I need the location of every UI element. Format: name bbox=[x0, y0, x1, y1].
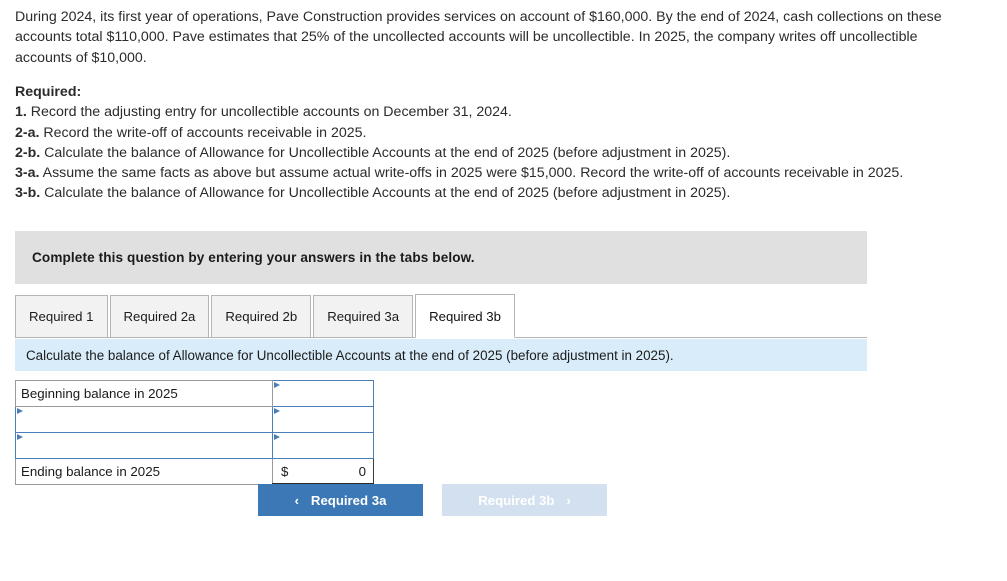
required-item-3a-text: Assume the same facts as above but assum… bbox=[39, 165, 904, 182]
row-label-ending-balance: Ending balance in 2025 bbox=[15, 458, 273, 485]
tab-required-1[interactable]: Required 1 bbox=[15, 295, 108, 338]
cell-marker-icon bbox=[17, 434, 23, 440]
row-value-input-2[interactable] bbox=[272, 406, 374, 433]
row-label-beginning-balance: Beginning balance in 2025 bbox=[15, 380, 273, 407]
required-item-2a: 2-a. Record the write-off of accounts re… bbox=[15, 123, 945, 143]
row-value-ending-balance: $ 0 bbox=[272, 458, 374, 486]
required-item-2b-number: 2-b. bbox=[15, 144, 41, 161]
instruction-banner: Complete this question by entering your … bbox=[15, 231, 867, 284]
tab-required-2b[interactable]: Required 2b bbox=[211, 295, 312, 338]
tab-required-3b[interactable]: Required 3b bbox=[415, 294, 515, 338]
table-row: Ending balance in 2025 $ 0 bbox=[15, 458, 374, 486]
question-prompt-bar: Calculate the balance of Allowance for U… bbox=[15, 339, 867, 371]
question-page: During 2024, its first year of operation… bbox=[0, 0, 1007, 581]
required-item-3b: 3-b. Calculate the balance of Allowance … bbox=[15, 183, 945, 203]
currency-symbol: $ bbox=[281, 463, 289, 479]
row-label-input-2[interactable] bbox=[15, 406, 273, 433]
required-item-1-number: 1. bbox=[15, 104, 27, 121]
prev-required-3a-button[interactable]: ‹ Required 3a bbox=[258, 484, 423, 516]
cell-marker-icon bbox=[274, 434, 280, 440]
required-item-1: 1. Record the adjusting entry for uncoll… bbox=[15, 102, 945, 122]
answer-table: Beginning balance in 2025 Ending balance… bbox=[15, 380, 374, 486]
instruction-banner-text: Complete this question by entering your … bbox=[32, 250, 475, 265]
cell-marker-icon bbox=[17, 408, 23, 414]
required-item-3a-number: 3-a. bbox=[15, 165, 40, 182]
required-item-3b-number: 3-b. bbox=[15, 185, 41, 202]
cell-marker-icon bbox=[274, 408, 280, 414]
required-heading: Required: bbox=[15, 84, 82, 100]
problem-statement: During 2024, its first year of operation… bbox=[15, 9, 942, 66]
next-required-3b-button[interactable]: Required 3b › bbox=[442, 484, 607, 516]
chevron-right-icon: › bbox=[566, 492, 571, 508]
required-item-2b: 2-b. Calculate the balance of Allowance … bbox=[15, 143, 945, 163]
tab-required-3a[interactable]: Required 3a bbox=[313, 295, 414, 338]
required-section: Required: 1. Record the adjusting entry … bbox=[15, 82, 945, 204]
cell-marker-icon bbox=[274, 382, 280, 388]
next-button-label: Required 3b bbox=[478, 492, 555, 508]
required-item-3b-text: Calculate the balance of Allowance for U… bbox=[40, 185, 731, 202]
row-value-input-3[interactable] bbox=[272, 432, 374, 459]
table-row: Beginning balance in 2025 bbox=[15, 380, 374, 407]
prev-button-label: Required 3a bbox=[310, 492, 387, 508]
tab-navigation: ‹ Required 3a Required 3b › bbox=[258, 484, 607, 516]
row-value-beginning-balance[interactable] bbox=[272, 380, 374, 407]
required-item-1-text: Record the adjusting entry for uncollect… bbox=[26, 104, 512, 121]
question-prompt-text: Calculate the balance of Allowance for U… bbox=[26, 347, 674, 363]
tab-list: Required 1 Required 2a Required 2b Requi… bbox=[15, 294, 517, 338]
row-label-input-3[interactable] bbox=[15, 432, 273, 459]
chevron-left-icon: ‹ bbox=[294, 492, 299, 508]
ending-balance-value: 0 bbox=[358, 463, 366, 479]
tab-bar: Required 1 Required 2a Required 2b Requi… bbox=[15, 294, 867, 338]
required-item-2a-number: 2-a. bbox=[15, 124, 40, 141]
table-row bbox=[15, 432, 374, 459]
required-item-2b-text: Calculate the balance of Allowance for U… bbox=[40, 144, 731, 161]
tab-required-2a[interactable]: Required 2a bbox=[109, 295, 210, 338]
required-item-2a-text: Record the write-off of accounts receiva… bbox=[39, 124, 367, 141]
table-row bbox=[15, 406, 374, 433]
required-item-3a: 3-a. Assume the same facts as above but … bbox=[15, 163, 945, 183]
